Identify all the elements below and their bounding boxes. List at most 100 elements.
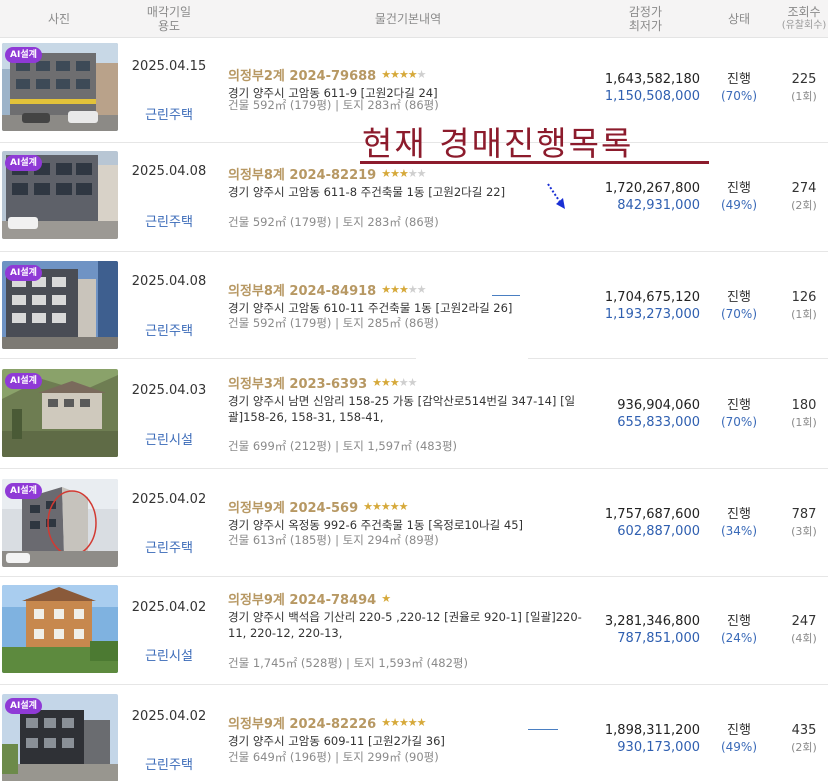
status-percent: (70%) (720, 307, 758, 321)
price: 3,281,346,800 787,851,000 (590, 613, 700, 647)
annotation-title: 현재 경매진행목록 (362, 124, 634, 163)
view-count: 787 (791, 507, 817, 522)
minimum-price: 842,931,000 (617, 198, 700, 213)
star-icon: ★★★ (372, 376, 400, 389)
status-percent: (49%) (720, 198, 758, 212)
fail-count: (3회) (791, 525, 817, 538)
rating-stars: ★★★★★ (372, 376, 417, 389)
address: 경기 양주시 백석읍 기산리 220-5 ,220-12 [권율로 920-1]… (228, 610, 582, 640)
list-item[interactable]: AI설계 2025.04.03 근린시설 의정부3계 2023-6393 ★★★★… (0, 359, 828, 469)
header-basic-info-label: 물건기본내역 (374, 12, 442, 26)
property-photo[interactable]: AI설계 (2, 479, 118, 567)
view-count: 126 (791, 290, 817, 305)
header-appraised-label: 감정가 (628, 5, 662, 19)
header-minimum-label: 최저가 (628, 19, 662, 33)
basic-info[interactable]: 의정부9계 2024-78494 ★ 경기 양주시 백석읍 기산리 220-5 ,… (228, 589, 588, 641)
basic-info[interactable]: 의정부3계 2023-6393 ★★★★★ 경기 양주시 남면 신암리 158-2… (228, 373, 588, 425)
case-number[interactable]: 의정부8계 2024-82219 ★★★★★ (228, 164, 588, 183)
case-number[interactable]: 의정부9계 2024-78494 ★ (228, 589, 588, 608)
basic-info[interactable]: 의정부8계 2024-82219 ★★★★★ 경기 양주시 고암동 611-8 주… (228, 164, 588, 200)
star-icon: ★★★★★ (363, 500, 408, 513)
property-use: 근린주택 (145, 108, 193, 123)
ai-design-badge[interactable]: AI설계 (5, 265, 42, 281)
header-views[interactable]: 조회수 (유찰회수) (776, 0, 828, 38)
status: 진행 (70%) (708, 289, 770, 323)
minimum-price: 1,150,508,000 (604, 89, 700, 104)
status-label: 진행 (727, 507, 751, 522)
price: 1,898,311,200 930,173,000 (590, 722, 700, 756)
price: 1,720,267,800 842,931,000 (590, 180, 700, 214)
header-views-label: 조회수 (787, 5, 821, 19)
annotation-mark (492, 295, 520, 296)
address: 경기 양주시 고암동 609-11 [고원2가길 36] (228, 734, 445, 748)
status-percent: (70%) (720, 89, 758, 103)
case-number-text: 의정부9계 2024-569 (228, 501, 359, 516)
property-photo[interactable]: AI설계 (2, 43, 118, 131)
status-label: 진행 (727, 723, 751, 738)
basic-info[interactable]: 의정부9계 2024-82226 ★★★★★ 경기 양주시 고암동 609-11 … (228, 713, 588, 749)
property-use: 근린주택 (145, 324, 193, 339)
property-use: 근린주택 (145, 215, 193, 230)
property-use: 근린시설 (145, 649, 193, 664)
case-number-text: 의정부8계 2024-82219 (228, 168, 377, 183)
list-item[interactable]: AI설계 2025.04.02 근린주택 의정부9계 2024-569 ★★★★★… (0, 469, 828, 577)
case-number[interactable]: 의정부8계 2024-84918 ★★★★★ (228, 280, 588, 299)
case-number[interactable]: 의정부9계 2024-569 ★★★★★ (228, 497, 588, 516)
header-basic-info: 물건기본내역 (228, 0, 588, 38)
ai-design-badge[interactable]: AI설계 (5, 47, 42, 63)
minimum-price: 787,851,000 (617, 631, 700, 646)
minimum-price: 655,833,000 (617, 415, 700, 430)
property-photo[interactable]: AI설계 (2, 694, 118, 781)
case-number[interactable]: 의정부3계 2023-6393 ★★★★★ (228, 373, 588, 392)
header-price[interactable]: 감정가 최저가 (590, 0, 700, 38)
sale-date: 2025.04.02 (131, 600, 207, 615)
star-empty-icon: ★★ (407, 283, 427, 296)
annotation-mark (528, 729, 558, 730)
annotation-underline (360, 161, 709, 164)
ai-design-badge[interactable]: AI설계 (5, 483, 42, 499)
property-photo[interactable]: AI설계 (2, 261, 118, 349)
case-number[interactable]: 의정부2계 2024-79688 ★★★★★ (228, 65, 588, 84)
property-use: 근린주택 (145, 758, 193, 773)
basic-info[interactable]: 의정부9계 2024-569 ★★★★★ 경기 양주시 옥정동 992-6 주건축… (228, 497, 588, 533)
list-item[interactable]: AI설계 2025.04.08 근린주택 의정부8계 2024-84918 ★★★… (0, 252, 828, 359)
header-date-use[interactable]: 매각기일 용도 (120, 0, 218, 38)
view-count: 247 (791, 614, 817, 629)
minimum-price: 602,887,000 (617, 524, 700, 539)
view-count: 435 (791, 723, 817, 738)
appraised-price: 1,757,687,600 (604, 507, 700, 522)
price: 1,704,675,120 1,193,273,000 (590, 289, 700, 323)
header-status-label: 상태 (727, 12, 751, 26)
property-photo[interactable]: AI설계 (2, 151, 118, 239)
address: 경기 양주시 남면 신암리 158-25 가동 [감악산로514번길 347-1… (228, 394, 576, 424)
property-photo[interactable]: AI설계 (2, 369, 118, 457)
view-count: 180 (791, 398, 817, 413)
annotation-arrow-icon (547, 183, 565, 209)
header-status[interactable]: 상태 (708, 0, 770, 38)
appraised-price: 1,720,267,800 (604, 181, 700, 196)
property-photo[interactable] (2, 585, 118, 673)
appraised-price: 1,643,582,180 (604, 72, 700, 87)
area: 건물 613㎡ (185평) | 토지 294㎡ (89평) (228, 533, 439, 547)
views: 180 (1회) (776, 397, 828, 431)
status-label: 진행 (727, 614, 751, 629)
views: 435 (2회) (776, 722, 828, 756)
price: 936,904,060 655,833,000 (590, 397, 700, 431)
area: 건물 1,745㎡ (528평) | 토지 1,593㎡ (482평) (228, 656, 468, 670)
status-label: 진행 (727, 72, 751, 87)
ai-design-badge[interactable]: AI설계 (5, 698, 42, 714)
list-item[interactable]: 2025.04.02 근린시설 의정부9계 2024-78494 ★ 경기 양주시… (0, 577, 828, 685)
header-photo: 사진 (0, 0, 118, 38)
basic-info[interactable]: 의정부2계 2024-79688 ★★★★★ 경기 양주시 고암동 611-9 [… (228, 65, 588, 101)
star-icon: ★★★★ (381, 68, 417, 81)
ai-design-badge[interactable]: AI설계 (5, 155, 42, 171)
basic-info[interactable]: 의정부8계 2024-84918 ★★★★★ 경기 양주시 고암동 610-11 … (228, 280, 588, 316)
views: 126 (1회) (776, 289, 828, 323)
list-item[interactable]: AI설계 2025.04.02 근린주택 의정부9계 2024-82226 ★★★… (0, 685, 828, 781)
status: 진행 (49%) (708, 180, 770, 214)
status: 진행 (70%) (708, 397, 770, 431)
status: 진행 (49%) (708, 722, 770, 756)
ai-design-badge[interactable]: AI설계 (5, 373, 42, 389)
status-percent: (49%) (720, 740, 758, 754)
status-percent: (70%) (720, 415, 758, 429)
